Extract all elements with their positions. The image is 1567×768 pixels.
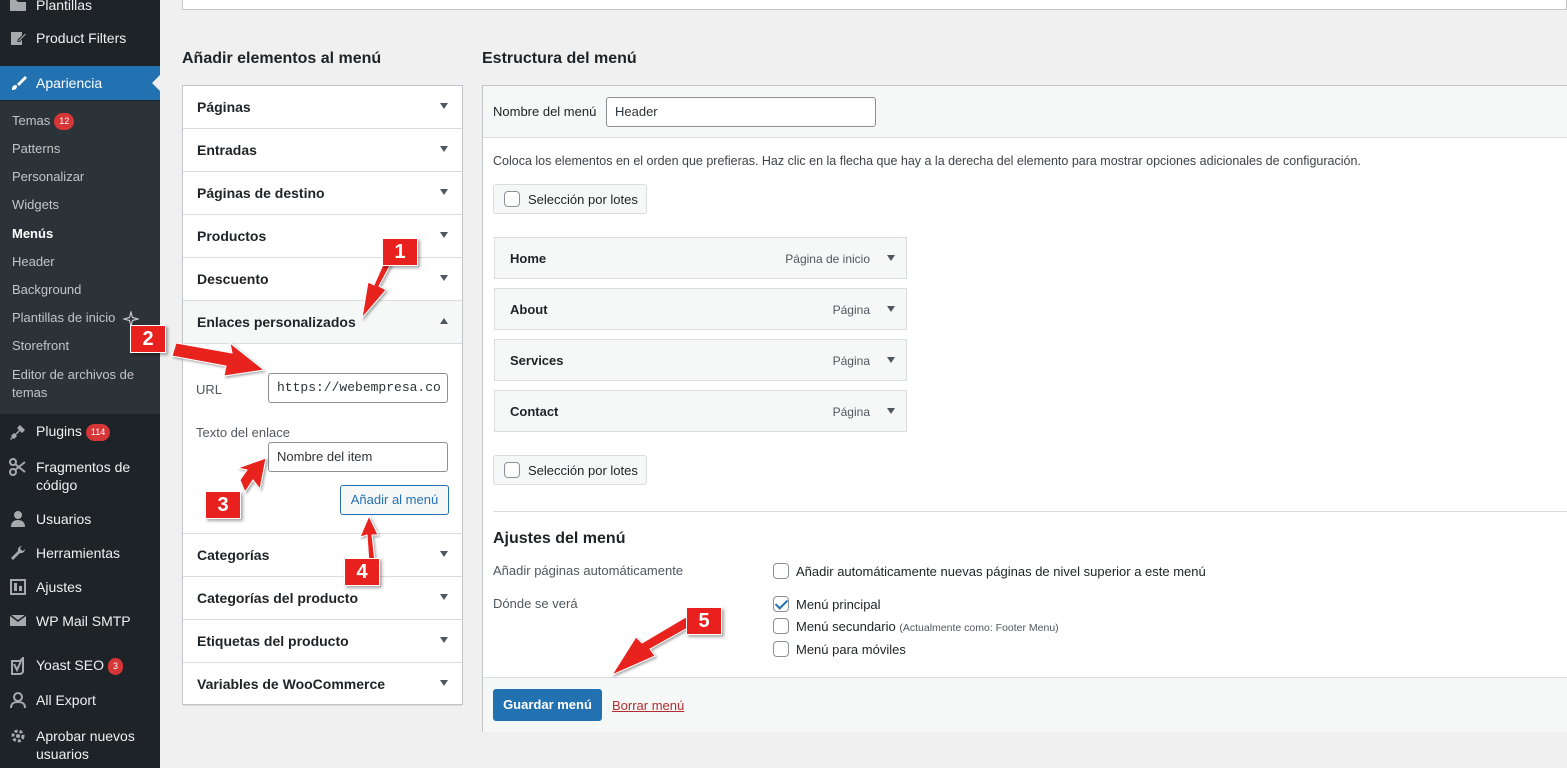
annotation-badge-5: 5 (686, 607, 722, 635)
arrow-5 (610, 616, 694, 677)
annotation-badge-3: 3 (205, 491, 241, 519)
arrow-3 (236, 457, 267, 494)
arrow-4 (359, 514, 379, 564)
annotation-badge-1: 1 (382, 238, 418, 266)
annotation-arrows (171, 257, 694, 677)
annotation-badge-2: 2 (130, 325, 166, 353)
annotation-badge-4: 4 (344, 558, 380, 586)
arrow-1 (361, 257, 393, 320)
arrow-2 (171, 341, 266, 377)
